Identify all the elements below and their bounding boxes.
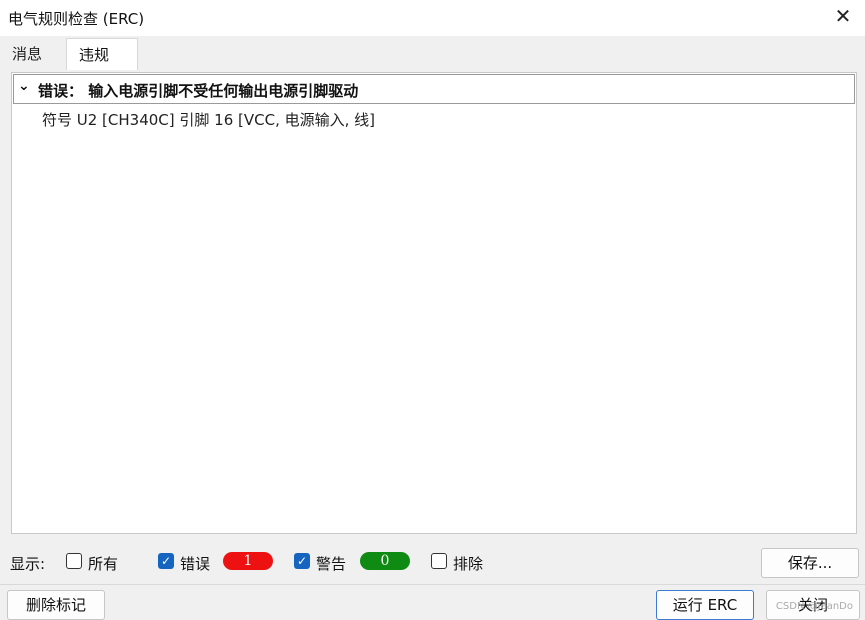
- violation-row[interactable]: ⌄ 错误： 输入电源引脚不受任何输出电源引脚驱动: [13, 74, 855, 104]
- all-label: 所有: [88, 555, 119, 573]
- errors-checkbox[interactable]: ✓: [158, 553, 174, 569]
- title-bar: 电气规则检查 (ERC) ✕: [0, 0, 865, 36]
- show-label: 显示:: [10, 555, 46, 573]
- warnings-checkbox[interactable]: ✓: [294, 553, 310, 569]
- violations-panel: ⌄ 错误： 输入电源引脚不受任何输出电源引脚驱动 符号 U2 [CH340C] …: [0, 70, 865, 542]
- warnings-count-badge: 0: [360, 552, 410, 570]
- exclusions-checkbox[interactable]: [431, 553, 447, 569]
- all-checkbox[interactable]: [66, 553, 82, 569]
- errors-label: 错误: [180, 555, 211, 573]
- tab-messages[interactable]: 消息: [0, 38, 66, 70]
- tab-bar: 消息 违规: [0, 38, 865, 70]
- tab-violations[interactable]: 违规: [66, 38, 138, 70]
- delete-markers-button[interactable]: 删除标记: [7, 590, 105, 620]
- violation-detail[interactable]: 符号 U2 [CH340C] 引脚 16 [VCC, 电源输入, 线]: [42, 109, 375, 130]
- window-title: 电气规则检查 (ERC): [8, 10, 145, 28]
- save-button[interactable]: 保存...: [761, 548, 859, 578]
- errors-count-badge: 1: [223, 552, 273, 570]
- violations-list[interactable]: ⌄ 错误： 输入电源引脚不受任何输出电源引脚驱动 符号 U2 [CH340C] …: [11, 72, 857, 534]
- filter-bar: 显示: 所有 ✓ 错误 1 ✓ 警告 0 排除 保存...: [0, 542, 865, 584]
- chevron-down-icon[interactable]: ⌄: [18, 78, 30, 94]
- warnings-label: 警告: [316, 555, 347, 573]
- violation-title: 错误： 输入电源引脚不受任何输出电源引脚驱动: [38, 82, 359, 100]
- run-erc-button[interactable]: 运行 ERC: [656, 590, 754, 620]
- watermark: CSDN @JeanDo: [775, 601, 853, 612]
- exclusions-label: 排除: [453, 555, 484, 573]
- divider: [0, 584, 865, 585]
- close-icon[interactable]: ✕: [831, 4, 855, 28]
